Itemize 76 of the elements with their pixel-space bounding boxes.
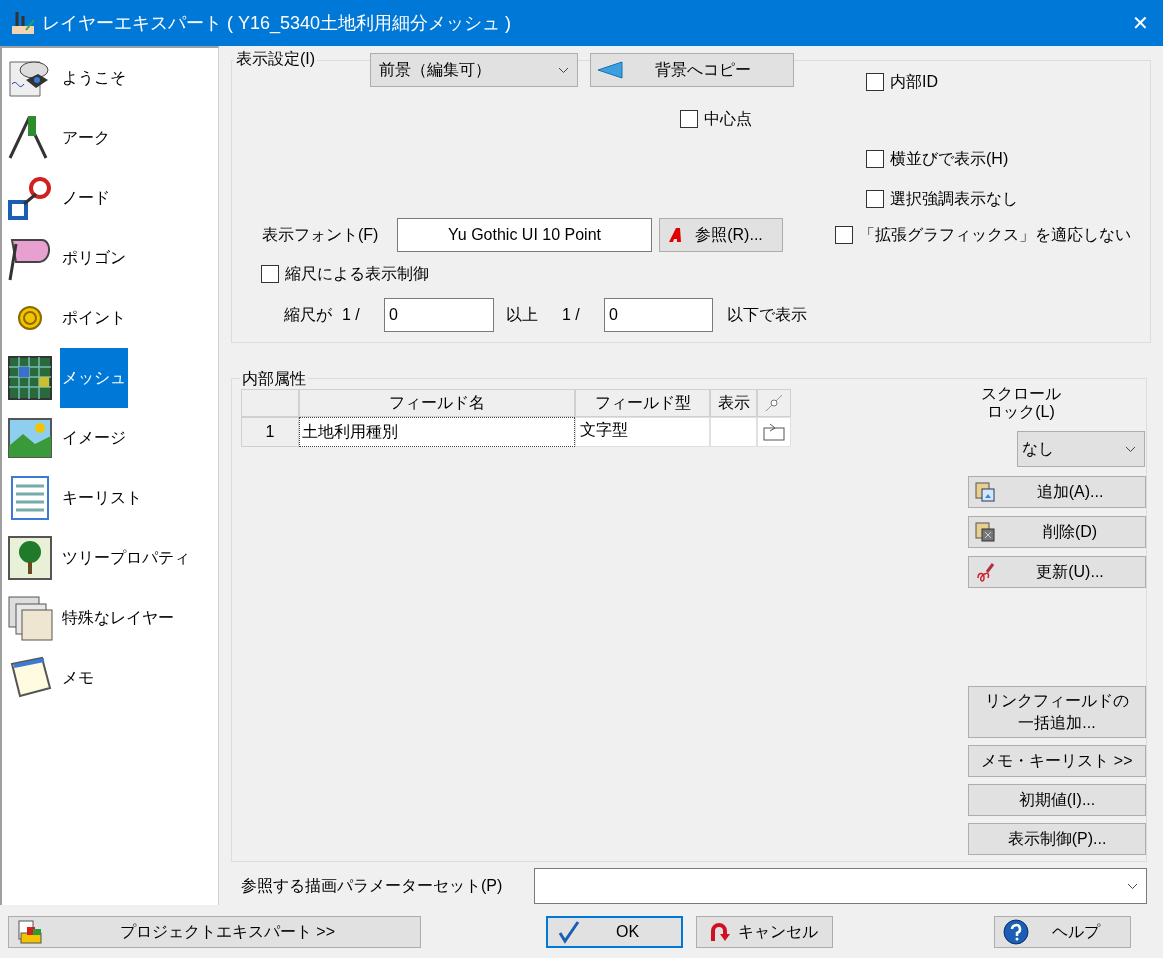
close-button[interactable]: ✕ (1117, 0, 1163, 46)
add-button[interactable]: 追加(A)... (968, 476, 1146, 508)
app-icon (10, 10, 36, 36)
checkbox[interactable] (866, 190, 884, 208)
help-icon (1003, 918, 1029, 945)
project-button[interactable]: プロジェクトエキスパート >> (8, 915, 421, 948)
checkbox[interactable] (866, 150, 884, 168)
delete-page-icon (975, 522, 995, 542)
sidebar-item[interactable]: キーリスト (60, 468, 144, 528)
ratio-label: 1 / (342, 305, 361, 325)
sidebar-item[interactable]: メモ (60, 648, 96, 708)
checkbox-label: 選択強調表示なし (890, 189, 1018, 209)
max-scale-field[interactable]: 0 (604, 298, 713, 332)
ok-button[interactable]: OK (546, 915, 683, 948)
sidebar-item[interactable]: ポリゴン (60, 228, 128, 288)
checkbox-label: 「拡張グラフィックス」を適応しない (859, 225, 1131, 245)
action-button[interactable]: メモ・キーリスト >> (968, 745, 1146, 777)
cancel-button[interactable]: キャンセル (696, 915, 833, 948)
scale-suffix: 以下で表示 (727, 305, 807, 325)
browse-button[interactable]: 参照(R)... (659, 218, 783, 252)
parameter-set-dropdown[interactable] (534, 868, 1147, 904)
dropdown-caret-icon (1125, 445, 1136, 453)
sidebar-item[interactable]: イメージ (60, 408, 128, 468)
scroll-lock-dropdown[interactable]: なし (1017, 431, 1145, 467)
checkbox[interactable] (261, 265, 279, 283)
action-button[interactable]: 表示制御(P)... (968, 823, 1146, 855)
ratio-label: 1 / (562, 305, 581, 325)
checkbox-label: 横並びで表示(H) (890, 149, 1009, 169)
action-button[interactable]: 初期値(I)... (968, 784, 1146, 816)
sidebar-item[interactable]: ポイント (60, 288, 128, 348)
checkbox-label: 内部ID (890, 72, 938, 92)
min-scale-field[interactable]: 0 (384, 298, 494, 332)
column-header[interactable]: フィールド型 (575, 389, 710, 417)
grid-icon (6, 354, 54, 402)
stacked-layers-icon (6, 594, 54, 642)
font-label: 表示フォント(F) (262, 225, 380, 245)
mode-dropdown[interactable]: 前景（編集可） (370, 53, 578, 87)
checkbox-label: 中心点 (704, 109, 752, 129)
left-arrow-icon (597, 61, 623, 79)
dropdown-caret-icon (1127, 882, 1138, 890)
sidebar-item[interactable]: ようこそ (60, 48, 128, 108)
sidebar-item[interactable]: 特殊なレイヤー (60, 588, 176, 648)
checkbox[interactable] (866, 73, 884, 91)
scale-prefix: 縮尺が (284, 305, 332, 325)
link-icon (764, 393, 784, 413)
sidebar-item[interactable]: ツリープロパティ (60, 528, 192, 588)
checkbox[interactable] (680, 110, 698, 128)
delete-button[interactable]: 削除(D) (968, 516, 1146, 548)
scribble-pencil-icon (975, 562, 995, 582)
copy-to-background-button[interactable]: 背景へコピー (590, 53, 794, 87)
row-number: 1 (241, 417, 299, 447)
blocks-icon (17, 918, 43, 945)
update-button[interactable]: 更新(U)... (968, 556, 1146, 588)
sidebar-item[interactable]: アーク (60, 108, 112, 168)
column-header[interactable]: フィールド名 (299, 389, 575, 417)
font-field[interactable]: Yu Gothic UI 10 Point (397, 218, 652, 252)
group-legend: 内部属性 (240, 369, 308, 389)
sidebar-item[interactable]: ノード (60, 168, 112, 228)
checkbox[interactable] (835, 226, 853, 244)
sidebar-item[interactable]: メッシュ (60, 348, 128, 408)
table-cell[interactable]: 土地利用種別 (299, 417, 575, 447)
tree-icon (6, 534, 54, 582)
table-cell: 文字型 (575, 417, 710, 447)
scroll-lock-label: スクロール ロック(L) (980, 385, 1062, 421)
action-button[interactable]: リンクフィールドの 一括追加... (968, 686, 1146, 738)
column-header[interactable]: 表示 (710, 389, 757, 417)
add-page-icon (975, 482, 995, 502)
table-corner (241, 389, 299, 417)
help-button[interactable]: ヘルプ (994, 915, 1131, 948)
parameter-set-label: 参照する描画パラメーターセット(P) (241, 876, 504, 896)
scale-middle-label: 以上 (506, 305, 539, 325)
window-title: レイヤーエキスパート ( Y16_5340土地利用細分メッシュ ) (42, 11, 512, 36)
font-icon (668, 227, 684, 243)
checkbox-label: 縮尺による表示制御 (285, 264, 429, 284)
dropdown-caret-icon (558, 66, 569, 74)
node-icon (6, 174, 54, 222)
